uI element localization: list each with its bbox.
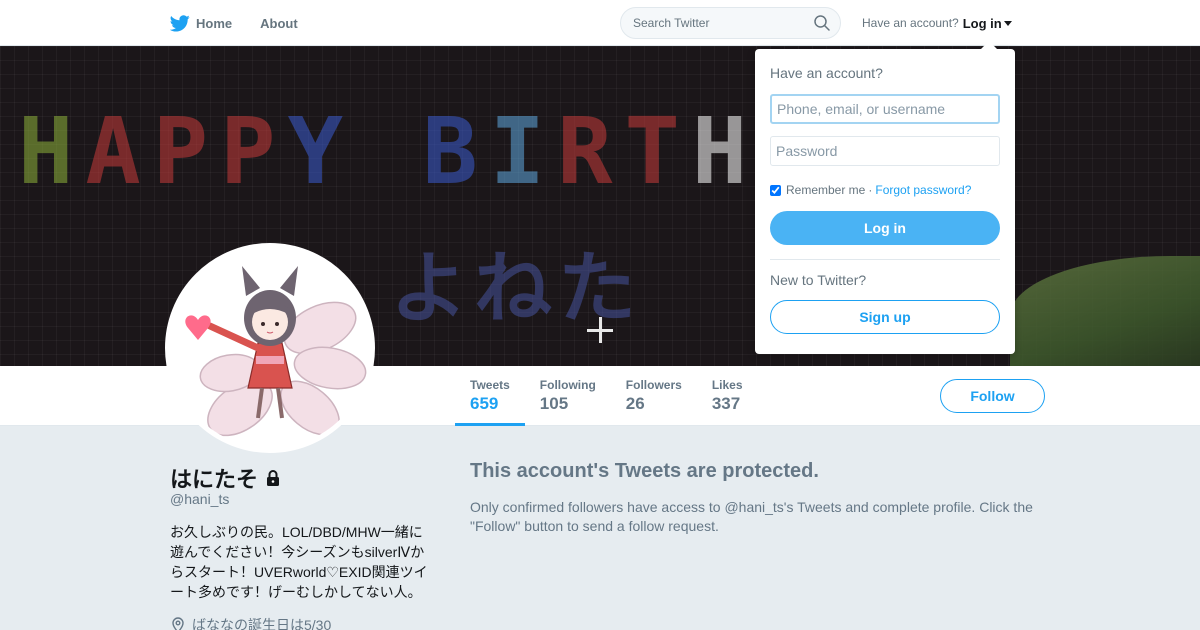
nav-home-label: Home: [196, 15, 233, 31]
password-input[interactable]: [770, 136, 1000, 166]
login-dropdown-toggle[interactable]: Log in: [963, 16, 1012, 31]
remember-me-label[interactable]: Remember me: [786, 183, 865, 197]
profile-stats: Tweets 659 Following 105 Followers 26 Li…: [455, 366, 758, 426]
have-account-text: Have an account?: [862, 16, 959, 30]
signup-button[interactable]: Sign up: [770, 300, 1000, 334]
login-dropdown-divider: [770, 259, 1000, 260]
stat-label: Following: [539, 378, 596, 392]
protected-title: This account's Tweets are protected.: [470, 460, 819, 482]
protected-body: Only confirmed followers have access to …: [470, 499, 1033, 534]
banner-letter: Y: [287, 98, 355, 205]
search-icon[interactable]: [814, 15, 830, 31]
search-box: [620, 7, 841, 39]
search-input[interactable]: [621, 8, 840, 38]
stat-value: 26: [625, 394, 645, 413]
banner-letter: H: [691, 98, 760, 205]
location-text: ばななの誕生日は5/30: [192, 617, 332, 630]
nav-home[interactable]: Home: [170, 0, 232, 46]
avatar-fox-girl-illustration: [170, 248, 370, 448]
profile-bio: お久しぶりの民。LOL/DBD/MHW一緒に遊んでください！今シーズンもsilv…: [170, 524, 428, 600]
login-dropdown-heading: Have an account?: [770, 65, 883, 81]
remember-separator: ·: [868, 183, 873, 197]
banner-letter: P: [152, 98, 221, 205]
twitter-bird-icon: [170, 14, 190, 31]
stat-followers[interactable]: Followers 26: [611, 366, 697, 426]
stat-value: 105: [539, 394, 569, 413]
nav-left: Home About: [170, 0, 326, 46]
banner-letter: A: [85, 98, 153, 205]
banner-letter: [355, 98, 422, 205]
banner-letter: T: [624, 98, 692, 205]
stat-value: 659: [470, 394, 499, 413]
profile-name[interactable]: はにたそ: [170, 462, 282, 494]
banner-letter: R: [557, 98, 625, 205]
caret-down-icon: [1003, 20, 1012, 26]
stat-label: Tweets: [470, 378, 510, 392]
profile-handle[interactable]: @hani_ts: [170, 491, 229, 507]
banner-letter: I: [489, 98, 558, 205]
profile-location: ばななの誕生日は5/30: [170, 615, 331, 630]
stat-following[interactable]: Following 105: [525, 366, 611, 426]
stat-likes[interactable]: Likes 337: [697, 366, 758, 426]
avatar[interactable]: [165, 243, 375, 453]
stat-tweets[interactable]: Tweets 659: [455, 366, 525, 426]
banner-letter: P: [220, 98, 288, 205]
lock-icon: [267, 470, 280, 486]
nav-about-label: About: [260, 15, 298, 31]
login-link-label: Log in: [962, 15, 1002, 31]
follow-button[interactable]: Follow: [940, 379, 1045, 413]
new-to-twitter-text: New to Twitter?: [770, 272, 867, 288]
login-area: Have an account? Log in: [862, 0, 1012, 46]
stat-label: Likes: [711, 378, 743, 392]
stat-value: 337: [711, 394, 741, 413]
top-navigation-bar: Home About Have an account? Log in: [0, 0, 1200, 46]
nav-about[interactable]: About: [260, 0, 298, 46]
banner-letter: B: [422, 98, 490, 205]
location-pin-icon: [172, 617, 184, 630]
banner-letter: H: [18, 98, 86, 205]
crosshair-icon: [587, 317, 613, 343]
username-input[interactable]: [770, 94, 1000, 124]
remember-me-checkbox[interactable]: [770, 184, 781, 196]
profile-name-text: はにたそ: [170, 467, 259, 492]
login-dropdown: Have an account? Remember me · Forgot pa…: [755, 41, 1015, 354]
stat-label: Followers: [625, 378, 682, 392]
login-button[interactable]: Log in: [770, 211, 1000, 245]
forgot-password-link[interactable]: Forgot password?: [875, 183, 971, 197]
remember-row: Remember me · Forgot password?: [770, 183, 1000, 197]
